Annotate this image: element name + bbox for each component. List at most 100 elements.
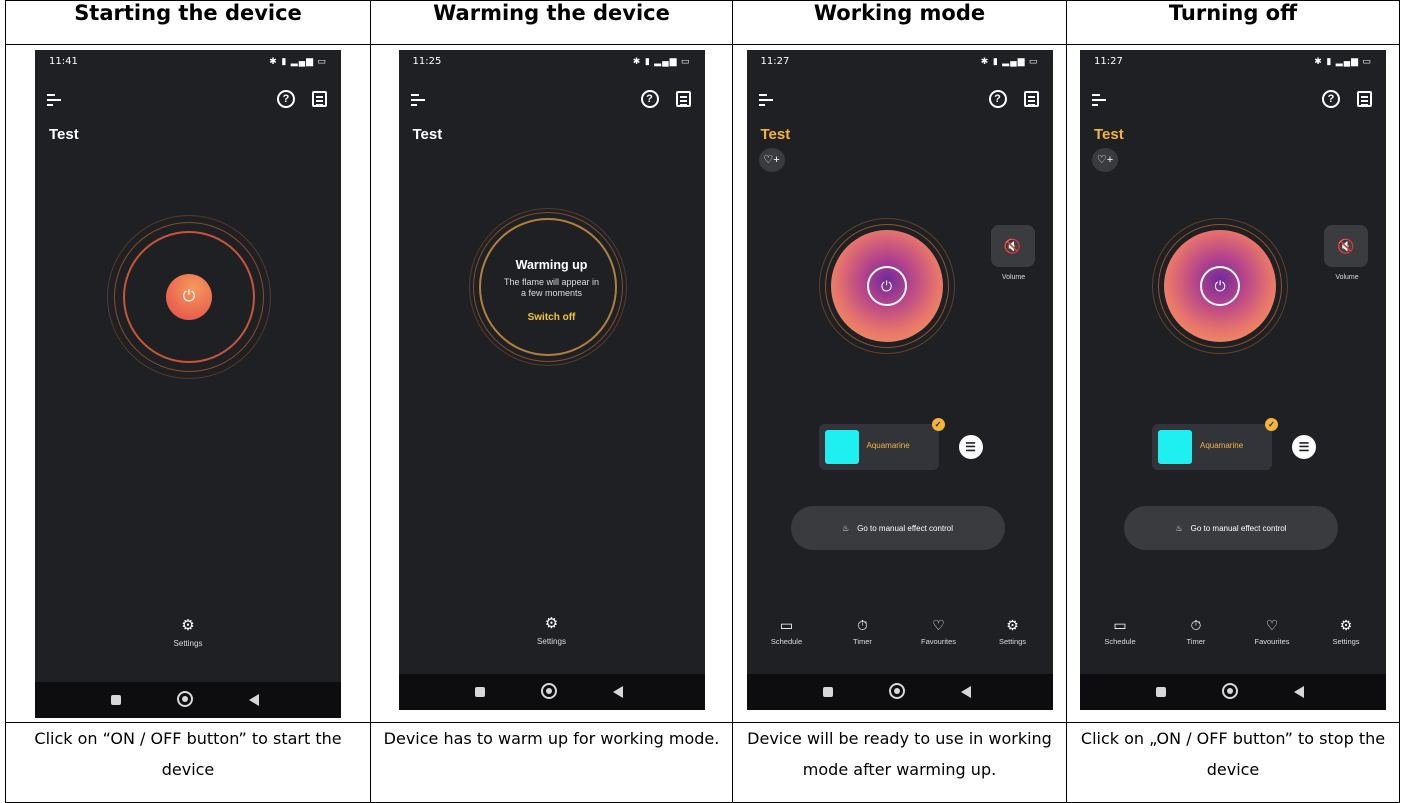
screenshot-cell: 11:25 ✱ ▮ ▂▄▆ ▭ ? Test Warming up The fl… bbox=[370, 44, 733, 723]
inner-ring bbox=[478, 218, 617, 356]
nav-favourites[interactable]: ♡ Favourites bbox=[909, 616, 969, 646]
nav-label: Favourites bbox=[920, 637, 956, 646]
sliders-icon[interactable]: ☰ bbox=[958, 435, 983, 459]
nav-timer[interactable]: ⏱ Timer bbox=[1166, 616, 1226, 646]
nav-label: Timer bbox=[853, 637, 872, 646]
recent-apps-button[interactable] bbox=[474, 687, 485, 697]
status-bar: 11:27 ✱ ▮ ▂▄▆ ▭ bbox=[761, 54, 1039, 70]
check-icon: ✓ bbox=[931, 418, 945, 431]
nav-schedule[interactable]: ▭ Schedule bbox=[757, 616, 817, 646]
nav-favourites[interactable]: ♡ Favourites bbox=[1242, 616, 1302, 646]
column-caption: Click on „ON / OFF button” to stop the d… bbox=[1066, 722, 1400, 803]
nav-timer[interactable]: ⏱ Timer bbox=[833, 616, 893, 646]
color-card[interactable]: Aquamarine ✓ bbox=[818, 418, 945, 470]
status-time: 11:27 bbox=[1094, 56, 1123, 67]
manual-control-button[interactable]: ♨ Go to manual effect control bbox=[1124, 506, 1338, 550]
nav-label: Timer bbox=[1186, 637, 1206, 646]
phone-screen-turning-off: 11:27 ✱ ▮ ▂▄▆ ▭ ? Test ♡+ ⏻ 🔇 Volume Aqu… bbox=[1080, 50, 1386, 710]
warming-line-2: a few moments bbox=[520, 288, 583, 298]
help-icon[interactable]: ? bbox=[640, 90, 659, 108]
list-icon[interactable] bbox=[675, 91, 691, 107]
column-header: Working mode bbox=[732, 0, 1067, 45]
column-caption: Click on “ON / OFF button” to start the … bbox=[5, 722, 371, 803]
status-icons: ✱ ▮ ▂▄▆ ▭ bbox=[269, 56, 327, 66]
status-icons: ✱ ▮ ▂▄▆ ▭ bbox=[632, 56, 691, 66]
nav-settings[interactable]: ⚙ Settings bbox=[1316, 616, 1376, 646]
list-icon[interactable] bbox=[1023, 91, 1039, 107]
check-icon: ✓ bbox=[1265, 418, 1278, 431]
home-button[interactable] bbox=[1222, 683, 1238, 699]
list-icon[interactable] bbox=[312, 91, 327, 107]
column-header: Warming the device bbox=[370, 0, 733, 45]
settings-label: Settings bbox=[173, 639, 203, 648]
color-card[interactable]: Aquamarine ✓ bbox=[1152, 418, 1278, 470]
caption-row: Click on “ON / OFF button” to start the … bbox=[5, 722, 1400, 803]
gear-icon: ⚙ bbox=[181, 617, 195, 634]
back-button[interactable] bbox=[249, 694, 259, 706]
screenshot-cell: 11:27 ✱ ▮ ▂▄▆ ▭ ? Test ♡+ ⏻ 🔇 Volume Aqu… bbox=[1066, 44, 1400, 723]
timer-icon: ⏱ bbox=[1190, 617, 1202, 633]
header-row: Starting the device Warming the device W… bbox=[5, 0, 1400, 45]
phone-screen-warming: 11:25 ✱ ▮ ▂▄▆ ▭ ? Test Warming up The fl… bbox=[398, 50, 705, 710]
home-button[interactable] bbox=[177, 691, 193, 707]
menu-icon[interactable] bbox=[47, 94, 61, 106]
power-button[interactable]: ⏻ bbox=[866, 266, 907, 306]
list-icon[interactable] bbox=[1357, 91, 1372, 107]
recent-apps-button[interactable] bbox=[1156, 687, 1166, 697]
heart-icon: ♡ bbox=[1265, 617, 1279, 633]
status-time: 11:25 bbox=[412, 56, 442, 67]
nav-label: Schedule bbox=[1104, 637, 1136, 646]
menu-icon[interactable] bbox=[758, 94, 773, 106]
recent-apps-button[interactable] bbox=[111, 695, 121, 705]
settings-nav[interactable]: ⚙ Settings bbox=[35, 616, 341, 648]
nav-label: Favourites bbox=[1254, 637, 1290, 646]
nav-label: Settings bbox=[998, 637, 1027, 646]
switch-off-button[interactable]: Switch off bbox=[399, 312, 705, 323]
manual-control-button[interactable]: ♨ Go to manual effect control bbox=[790, 506, 1005, 550]
nav-settings[interactable]: ⚙ Settings bbox=[983, 616, 1043, 646]
help-icon[interactable]: ? bbox=[1322, 90, 1340, 108]
help-icon[interactable]: ? bbox=[988, 90, 1007, 108]
timer-icon: ⏱ bbox=[857, 617, 868, 633]
nav-label: Settings bbox=[1332, 637, 1360, 646]
back-button[interactable] bbox=[1294, 686, 1304, 698]
instruction-table: Starting the device Warming the device W… bbox=[5, 0, 1400, 803]
power-button[interactable]: ⏻ bbox=[1200, 266, 1240, 306]
system-nav-bar bbox=[398, 674, 705, 710]
power-button[interactable]: ⏻ bbox=[166, 274, 212, 320]
home-button[interactable] bbox=[540, 683, 557, 699]
volume-label: Volume bbox=[1001, 274, 1026, 281]
recent-apps-button[interactable] bbox=[822, 687, 833, 697]
device-title: Test bbox=[49, 126, 79, 143]
phone-screen-starting: 11:41 ✱ ▮ ▂▄▆ ▭ ? Test ⏻ ⚙ Settings bbox=[35, 50, 341, 718]
nav-schedule[interactable]: ▭ Schedule bbox=[1090, 616, 1150, 646]
status-time: 11:41 bbox=[49, 56, 78, 67]
column-header: Turning off bbox=[1066, 0, 1400, 45]
manual-control-label: Go to manual effect control bbox=[857, 523, 954, 533]
menu-icon[interactable] bbox=[1092, 94, 1106, 106]
back-button[interactable] bbox=[612, 686, 623, 698]
volume-button[interactable]: 🔇 bbox=[990, 225, 1035, 267]
add-favourite-icon[interactable]: ♡+ bbox=[1092, 148, 1118, 172]
bottom-nav: ▭ Schedule ⏱ Timer ♡ Favourites ⚙ Settings bbox=[747, 616, 1053, 656]
menu-icon[interactable] bbox=[410, 94, 425, 106]
status-time: 11:27 bbox=[760, 56, 790, 67]
system-nav-bar bbox=[35, 682, 341, 718]
add-favourite-icon[interactable]: ♡+ bbox=[758, 148, 785, 172]
status-icons: ✱ ▮ ▂▄▆ ▭ bbox=[1314, 56, 1372, 66]
screenshot-row: 11:41 ✱ ▮ ▂▄▆ ▭ ? Test ⏻ ⚙ Settings 11:2… bbox=[5, 44, 1400, 723]
volume-label: Volume bbox=[1335, 274, 1359, 281]
gear-icon: ⚙ bbox=[544, 615, 559, 632]
mute-icon: 🔇 bbox=[1003, 237, 1022, 254]
device-title: Test bbox=[760, 126, 791, 143]
system-nav-bar bbox=[1080, 674, 1386, 710]
help-icon[interactable]: ? bbox=[277, 90, 295, 108]
volume-button[interactable]: 🔇 bbox=[1324, 225, 1368, 267]
column-caption: Device has to warm up for working mode. bbox=[370, 722, 733, 803]
settings-nav[interactable]: ⚙ Settings bbox=[399, 614, 705, 646]
sliders-icon[interactable]: ☰ bbox=[1292, 435, 1316, 459]
warming-line-1: The flame will appear in bbox=[503, 277, 600, 287]
back-button[interactable] bbox=[960, 686, 971, 698]
home-button[interactable] bbox=[888, 683, 905, 699]
warming-title: Warming up bbox=[515, 258, 588, 272]
